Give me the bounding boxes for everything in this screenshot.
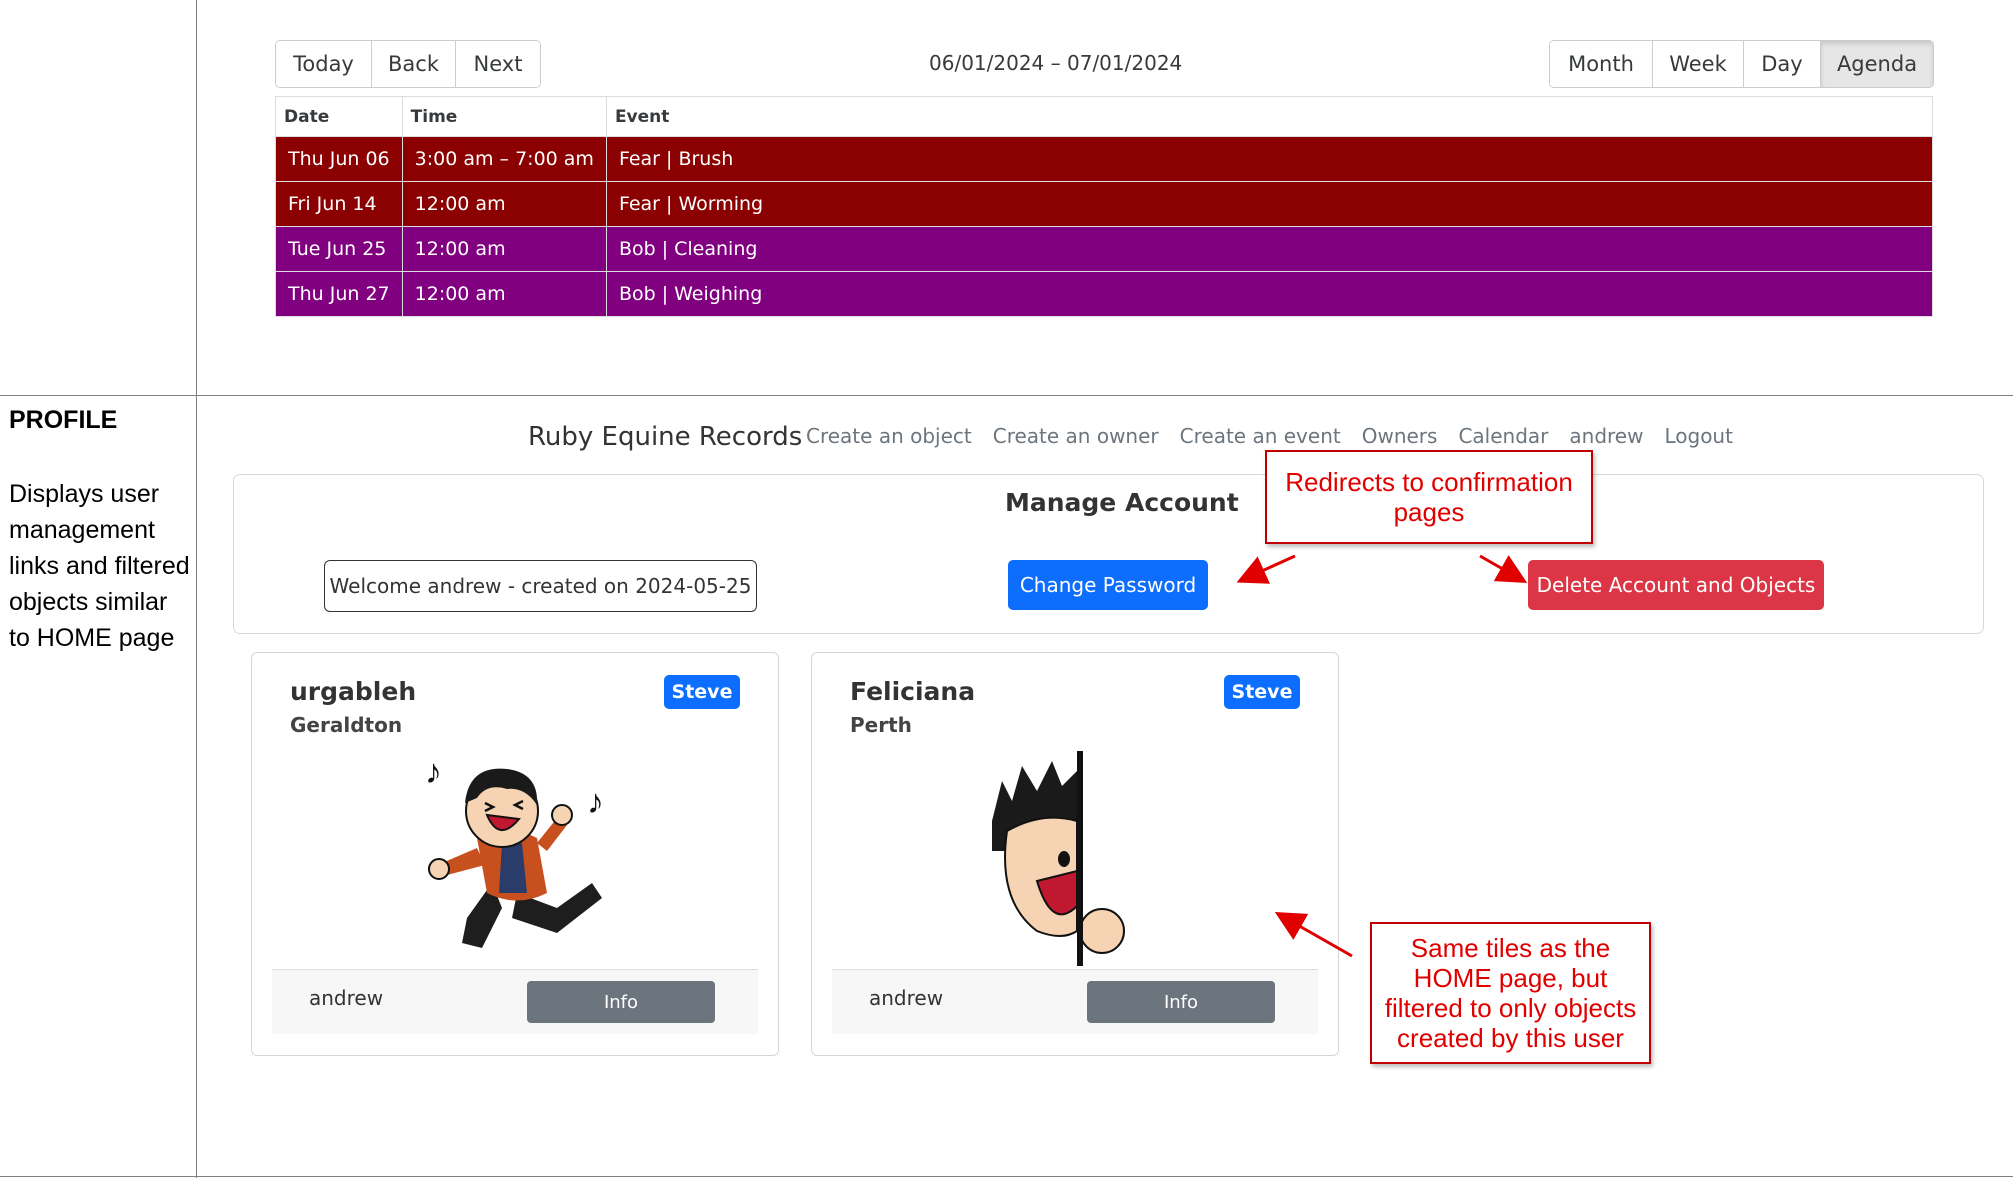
event-time: 12:00 am — [401, 271, 607, 317]
event-date: Thu Jun 06 — [275, 136, 403, 182]
section-description: Displays user management links and filte… — [9, 480, 190, 652]
tile-object-name: Feliciana — [850, 677, 976, 706]
doc-column-divider — [196, 0, 197, 1178]
event-time: 3:00 am – 7:00 am — [401, 136, 607, 182]
tile-owner-badge: Steve — [1224, 675, 1300, 709]
change-password-button[interactable]: Change Password — [1008, 560, 1208, 610]
nav-link-owners[interactable]: Owners — [1362, 424, 1438, 448]
object-tile: Feliciana Perth Steve andrew Info — [811, 652, 1339, 1056]
calendar-view-group: Month Week Day Agenda — [1549, 40, 1934, 88]
object-tile: urgableh Geraldton Steve ♪ ♪ andrew Info — [251, 652, 779, 1056]
section-title: PROFILE — [9, 406, 118, 434]
calendar-nav-group: Today Back Next — [275, 40, 541, 88]
delete-account-button[interactable]: Delete Account and Objects — [1528, 560, 1824, 610]
nav-link-logout[interactable]: Logout — [1664, 424, 1732, 448]
navbar-brand[interactable]: Ruby Equine Records — [528, 422, 802, 452]
agenda-header-row: Date Time Event — [275, 96, 1934, 137]
event-date: Tue Jun 25 — [275, 226, 403, 272]
tiles-callout: Same tiles as the HOME page, but filtere… — [1370, 922, 1651, 1064]
peeking-character-image — [992, 751, 1125, 966]
tile-footer: andrew Info — [832, 969, 1318, 1034]
nav-link-create-object[interactable]: Create an object — [806, 424, 972, 448]
agenda-event-row[interactable]: Thu Jun 06 3:00 am – 7:00 am Fear | Brus… — [275, 136, 1934, 182]
welcome-message: Welcome andrew - created on 2024-05-25 — [324, 560, 757, 612]
tile-object-name: urgableh — [290, 677, 417, 706]
agenda-event-row[interactable]: Thu Jun 27 12:00 am Bob | Weighing — [275, 271, 1934, 317]
tile-owner-badge: Steve — [664, 675, 740, 709]
nav-link-create-event[interactable]: Create an event — [1180, 424, 1341, 448]
agenda-table: Date Time Event Thu Jun 06 3:00 am – 7:0… — [275, 96, 1934, 317]
event-time: 12:00 am — [401, 226, 607, 272]
nav-link-profile[interactable]: andrew — [1569, 424, 1643, 448]
event-title[interactable]: Bob | Weighing — [605, 271, 1934, 317]
nav-link-create-owner[interactable]: Create an owner — [993, 424, 1159, 448]
svg-text:♪: ♪ — [425, 753, 442, 791]
day-view-button[interactable]: Day — [1744, 41, 1821, 87]
column-header-date: Date — [275, 96, 403, 137]
column-header-time: Time — [401, 96, 607, 137]
event-date: Fri Jun 14 — [275, 181, 403, 227]
event-time: 12:00 am — [401, 181, 607, 227]
event-title[interactable]: Bob | Cleaning — [605, 226, 1934, 272]
tile-creator: andrew — [869, 986, 944, 1010]
agenda-event-row[interactable]: Tue Jun 25 12:00 am Bob | Cleaning — [275, 226, 1934, 272]
next-button[interactable]: Next — [456, 41, 540, 87]
agenda-event-row[interactable]: Fri Jun 14 12:00 am Fear | Worming — [275, 181, 1934, 227]
doc-row-divider — [0, 395, 2013, 396]
redirect-callout: Redirects to confirmation pages — [1265, 450, 1593, 544]
nav-link-calendar[interactable]: Calendar — [1458, 424, 1548, 448]
tile-object-location: Perth — [850, 713, 912, 737]
svg-text:♪: ♪ — [587, 783, 604, 821]
navbar-links: Create an object Create an owner Create … — [806, 424, 1754, 448]
week-view-button[interactable]: Week — [1653, 41, 1744, 87]
tile-info-button[interactable]: Info — [527, 981, 715, 1023]
doc-bottom-border — [0, 1176, 2013, 1177]
month-view-button[interactable]: Month — [1550, 41, 1653, 87]
today-button[interactable]: Today — [276, 41, 372, 87]
back-button[interactable]: Back — [372, 41, 456, 87]
tile-creator: andrew — [309, 986, 384, 1010]
event-title[interactable]: Fear | Worming — [605, 181, 1934, 227]
manage-account-title: Manage Account — [1005, 488, 1239, 517]
tile-info-button[interactable]: Info — [1087, 981, 1275, 1023]
event-date: Thu Jun 27 — [275, 271, 403, 317]
agenda-view-button[interactable]: Agenda — [1821, 41, 1933, 87]
calendar-date-range: 06/01/2024 – 07/01/2024 — [929, 51, 1183, 75]
tile-object-location: Geraldton — [290, 713, 403, 737]
dancing-character-image: ♪ ♪ — [425, 753, 604, 948]
column-header-event: Event — [605, 96, 1934, 137]
tile-footer: andrew Info — [272, 969, 758, 1034]
event-title[interactable]: Fear | Brush — [605, 136, 1934, 182]
